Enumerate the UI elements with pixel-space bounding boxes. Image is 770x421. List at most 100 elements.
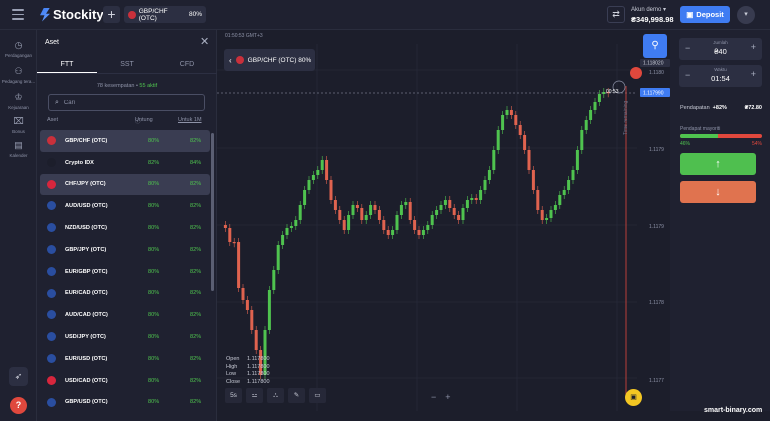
asset-row[interactable]: AUD/CAD (OTC) 80% 82% [40,304,210,326]
rocket-button[interactable]: ➶ [9,367,28,386]
asset-row[interactable]: USD/JPY (OTC) 80% 82% [40,326,210,348]
asset-type-tabs: FTT SST CFD [37,57,217,74]
account-balance: ₴349,998.98 [631,15,674,24]
menu-icon[interactable] [12,9,24,20]
time-remaining-label: Time remaining [623,101,629,135]
candles-icon[interactable]: ⚍ [246,388,263,403]
nav-item-trading[interactable]: ◷ Perdagangan [0,40,37,58]
candle [413,220,417,230]
asset-list: GBP/CHF (OTC) 80% 82% Crypto IDX 82% 84% CHF/J… [40,130,210,413]
candle [355,205,359,208]
tab-sst[interactable]: SST [97,57,157,73]
candle [303,190,307,205]
asset-payout-5m: 82% [190,312,202,319]
deposit-button[interactable]: ▣ Deposit [680,6,730,23]
candle [593,102,597,110]
asset-name: AUD/CAD (OTC) [65,312,108,319]
coin-icon[interactable]: ▣ [625,389,642,406]
candle [435,210,439,215]
nav-item-calendar[interactable]: ▤ Kalender [0,140,37,158]
time-field[interactable]: − Waktu 01:54 + [679,65,762,87]
account-selector[interactable]: Akun demo ▾ ₴349,998.98 [631,6,674,24]
nav-item-championship[interactable]: ♔ Kejuaraan [0,92,37,110]
asset-payout-5m: 82% [190,355,202,362]
col-payout-5m[interactable]: Untuk 1M [178,117,202,123]
time-value[interactable]: 01:54 [679,74,762,83]
zoom-in-icon[interactable]: + [445,392,450,402]
account-label: Akun demo [631,7,662,13]
asset-row[interactable]: EUR/GBP (OTC) 80% 82% [40,261,210,283]
search-box[interactable]: ⌕ [48,94,205,111]
watermark: smart-binary.com [704,407,763,414]
plus-icon[interactable]: + [751,42,756,52]
asset-row[interactable]: EUR/USD (OTC) 80% 82% [40,348,210,370]
tab-ftt[interactable]: FTT [37,57,97,73]
price-tick-label: 1.1177 [649,378,664,384]
scrollbar[interactable] [211,133,214,291]
tab-cfd[interactable]: CFD [157,57,217,73]
asset-row[interactable]: CHF/JPY (OTC) 80% 82% [40,173,210,196]
active-asset-tab[interactable]: GBP/CHF (OTC) 80% [124,6,206,23]
candle [237,242,241,288]
avatar[interactable]: ▾ [737,6,755,24]
close-icon[interactable]: ✕ [200,35,209,48]
add-trader-button[interactable]: ⚲ [643,34,667,58]
candle [426,225,430,230]
asset-row[interactable]: AUD/USD (OTC) 80% 82% [40,195,210,217]
candle [553,205,557,210]
panel-title: Aset [45,39,60,46]
asset-row[interactable]: NZD/USD (OTC) 80% 82% [40,217,210,239]
zoom-out-icon[interactable]: − [431,392,436,402]
asset-payout: 80% [148,268,160,275]
gift-icon: ⌧ [13,116,24,126]
asset-row[interactable]: USD/CAD (OTC) 80% 82% [40,370,210,392]
candle [540,210,544,220]
timeframe-button[interactable]: 5s [225,388,242,403]
asset-row[interactable]: EUR/CAD (OTC) 80% 82% [40,283,210,305]
payout-label: Pendapatan [680,105,710,111]
switch-account-button[interactable]: ⇄ [607,6,625,23]
candle [523,135,527,150]
chart-area[interactable]: 1.1180 1.1179 1.1179 1.1178 1.1177 1.117990 1.… [217,30,670,411]
asset-payout-5m: 82% [190,399,202,406]
asset-row[interactable]: GBP/CHF (OTC) 80% 82% [40,130,210,152]
ohlc-high-label: High [226,363,238,370]
buy-up-button[interactable]: ↑ [680,153,756,175]
price-tick-label: 1.1178 [649,300,664,306]
candle [281,235,285,245]
candle [492,150,496,170]
amount-label: Jumlah [713,40,728,45]
asset-row[interactable]: GBP/USD (OTC) 80% 82% [40,392,210,414]
sentiment-down: 54% [751,141,762,147]
nav-item-traders[interactable]: ⚇ Pedagang tera... [0,66,37,84]
candle [474,198,478,200]
price-chart[interactable]: 1.1180 1.1179 1.1179 1.1178 1.1177 1.117990 1.… [217,30,670,411]
nav-item-bonus[interactable]: ⌧ Bonus [0,116,37,134]
draw-icon[interactable]: ✎ [288,388,305,403]
flag-icon [47,223,56,233]
new-tab-button[interactable]: + [103,6,120,23]
layout-icon[interactable]: ▭ [309,388,326,403]
brand-logo[interactable]: Stockity [40,7,104,22]
candle [333,200,337,210]
flag-icon [47,288,56,298]
candle [395,215,399,230]
asset-row[interactable]: GBP/JPY (OTC) 80% 82% [40,239,210,261]
plus-icon[interactable]: + [751,69,756,79]
candle [509,110,513,115]
search-input[interactable] [63,99,184,106]
asset-name: GBP/USD (OTC) [65,399,108,406]
nav-label: Perdagangan [4,53,33,58]
amount-value[interactable]: ₴40 [679,47,762,56]
help-button[interactable]: ? [10,397,27,414]
asset-row[interactable]: Crypto IDX 82% 84% [40,152,210,174]
chart-asset-selector[interactable]: ‹ GBP/CHF (OTC) 80% [224,49,315,71]
flag-icon [128,10,136,19]
candle [443,200,447,205]
asset-panel: Aset ✕ FTT SST CFD 78 kesempatan • 55 ak… [37,30,217,421]
candle [228,228,232,242]
indicators-icon[interactable]: ⛬ [267,388,284,403]
candle [457,215,461,220]
sell-down-button[interactable]: ↓ [680,181,756,203]
amount-field[interactable]: − Jumlah ₴40 + [679,38,762,60]
